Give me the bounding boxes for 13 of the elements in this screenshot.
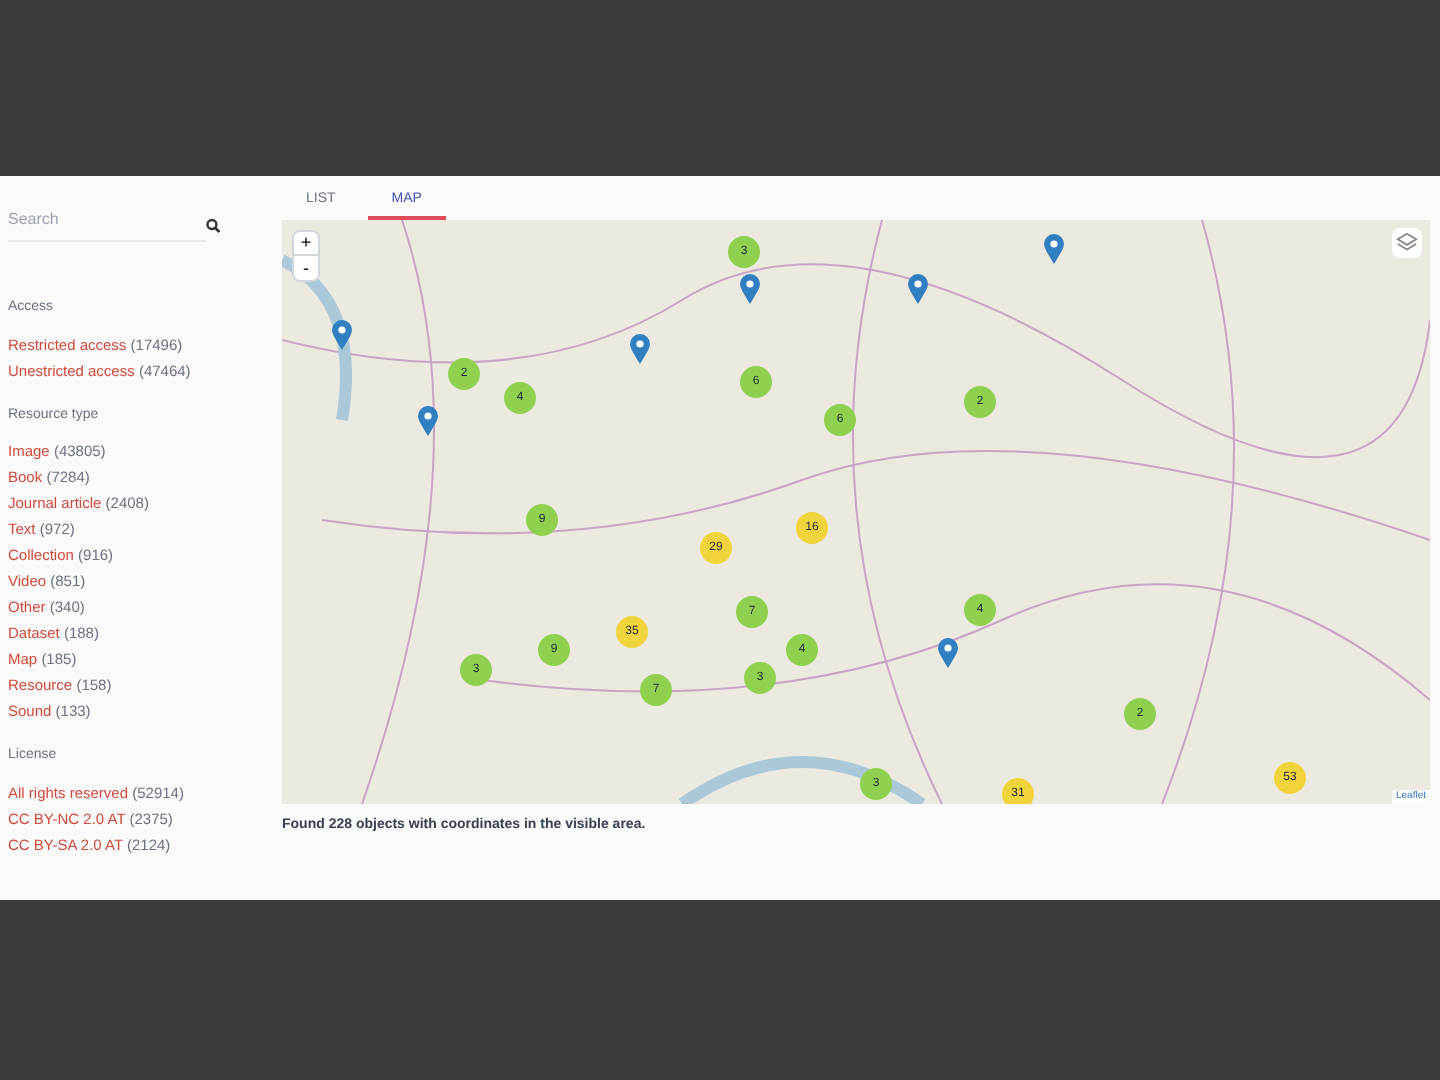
map-pin-icon[interactable]	[908, 274, 928, 304]
search-icon	[205, 217, 220, 233]
search-field[interactable]: Search	[8, 208, 206, 242]
map-pin-icon[interactable]	[332, 320, 352, 350]
map-pin-icon[interactable]	[418, 406, 438, 436]
map-pin-icon[interactable]	[1044, 234, 1064, 264]
map-pin-icon[interactable]	[630, 334, 650, 364]
zoom-in-button[interactable]: +	[294, 232, 318, 256]
layers-button[interactable]	[1392, 228, 1422, 258]
layers-icon	[1396, 232, 1418, 254]
zoom-out-button[interactable]: -	[294, 256, 318, 280]
map-pin-icon[interactable]	[938, 638, 958, 668]
map-pin-icon[interactable]	[740, 274, 760, 304]
